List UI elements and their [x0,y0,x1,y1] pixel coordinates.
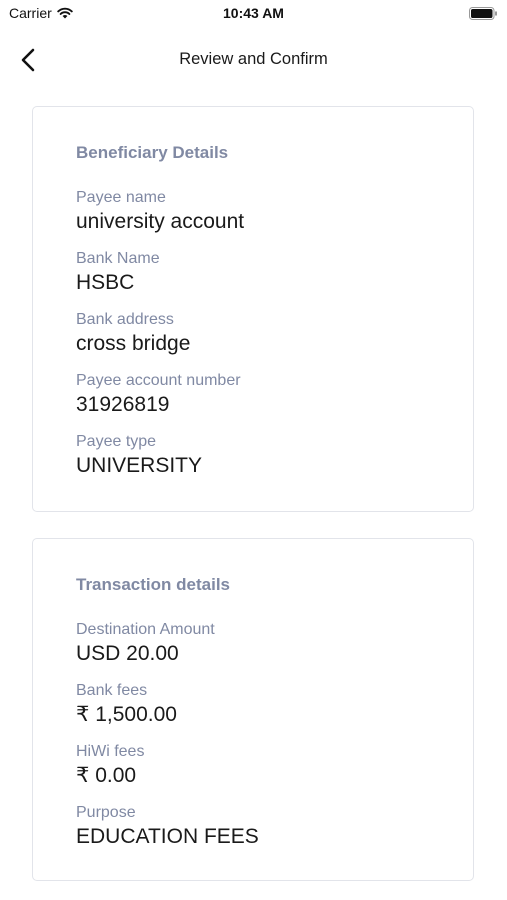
beneficiary-section-title: Beneficiary Details [76,143,229,162]
hiwi-fees-label: HiWi fees [76,743,145,760]
bank-name-label: Bank Name [76,250,160,267]
bank-fees-label: Bank fees [76,682,148,699]
payee-name-value: university account [76,210,245,233]
payee-name-field: Payee name university account [76,189,430,237]
status-time: 10:43 AM [223,5,284,21]
battery-icon [469,7,498,20]
payee-type-value: UNIVERSITY [76,454,203,477]
bank-fees-field: Bank fees ₹ 1,500.00 [76,682,430,730]
transaction-details-card: Transaction details Destination Amount U… [32,538,474,881]
purpose-label: Purpose [76,804,136,821]
bank-address-label: Bank address [76,311,174,328]
destination-amount-value: USD 20.00 [76,642,179,665]
hiwi-fees-value: ₹ 0.00 [76,764,137,787]
beneficiary-details-card: Beneficiary Details Payee name universit… [32,106,474,512]
purpose-field: Purpose EDUCATION FEES [76,804,430,852]
destination-amount-label: Destination Amount [76,621,215,638]
bank-address-field: Bank address cross bridge [76,311,430,359]
page-title: Review and Confirm [179,50,328,68]
payee-type-label: Payee type [76,433,157,450]
destination-amount-field: Destination Amount USD 20.00 [76,621,430,669]
purpose-value: EDUCATION FEES [76,825,259,848]
bank-name-value: HSBC [76,271,135,294]
payee-account-number-value: 31926819 [76,393,170,416]
bank-name-field: Bank Name HSBC [76,250,430,298]
bank-address-value: cross bridge [76,332,191,355]
hiwi-fees-field: HiWi fees ₹ 0.00 [76,743,430,791]
payee-name-label: Payee name [76,189,166,206]
payee-type-field: Payee type UNIVERSITY [76,433,430,481]
payee-account-number-label: Payee account number [76,372,241,389]
status-bar: Carrier 10:43 AM [0,0,507,28]
navigation-bar: Review and Confirm [0,38,507,82]
transaction-section-title: Transaction details [76,575,230,594]
payee-account-number-field: Payee account number 31926819 [76,372,430,420]
bank-fees-value: ₹ 1,500.00 [76,703,177,726]
